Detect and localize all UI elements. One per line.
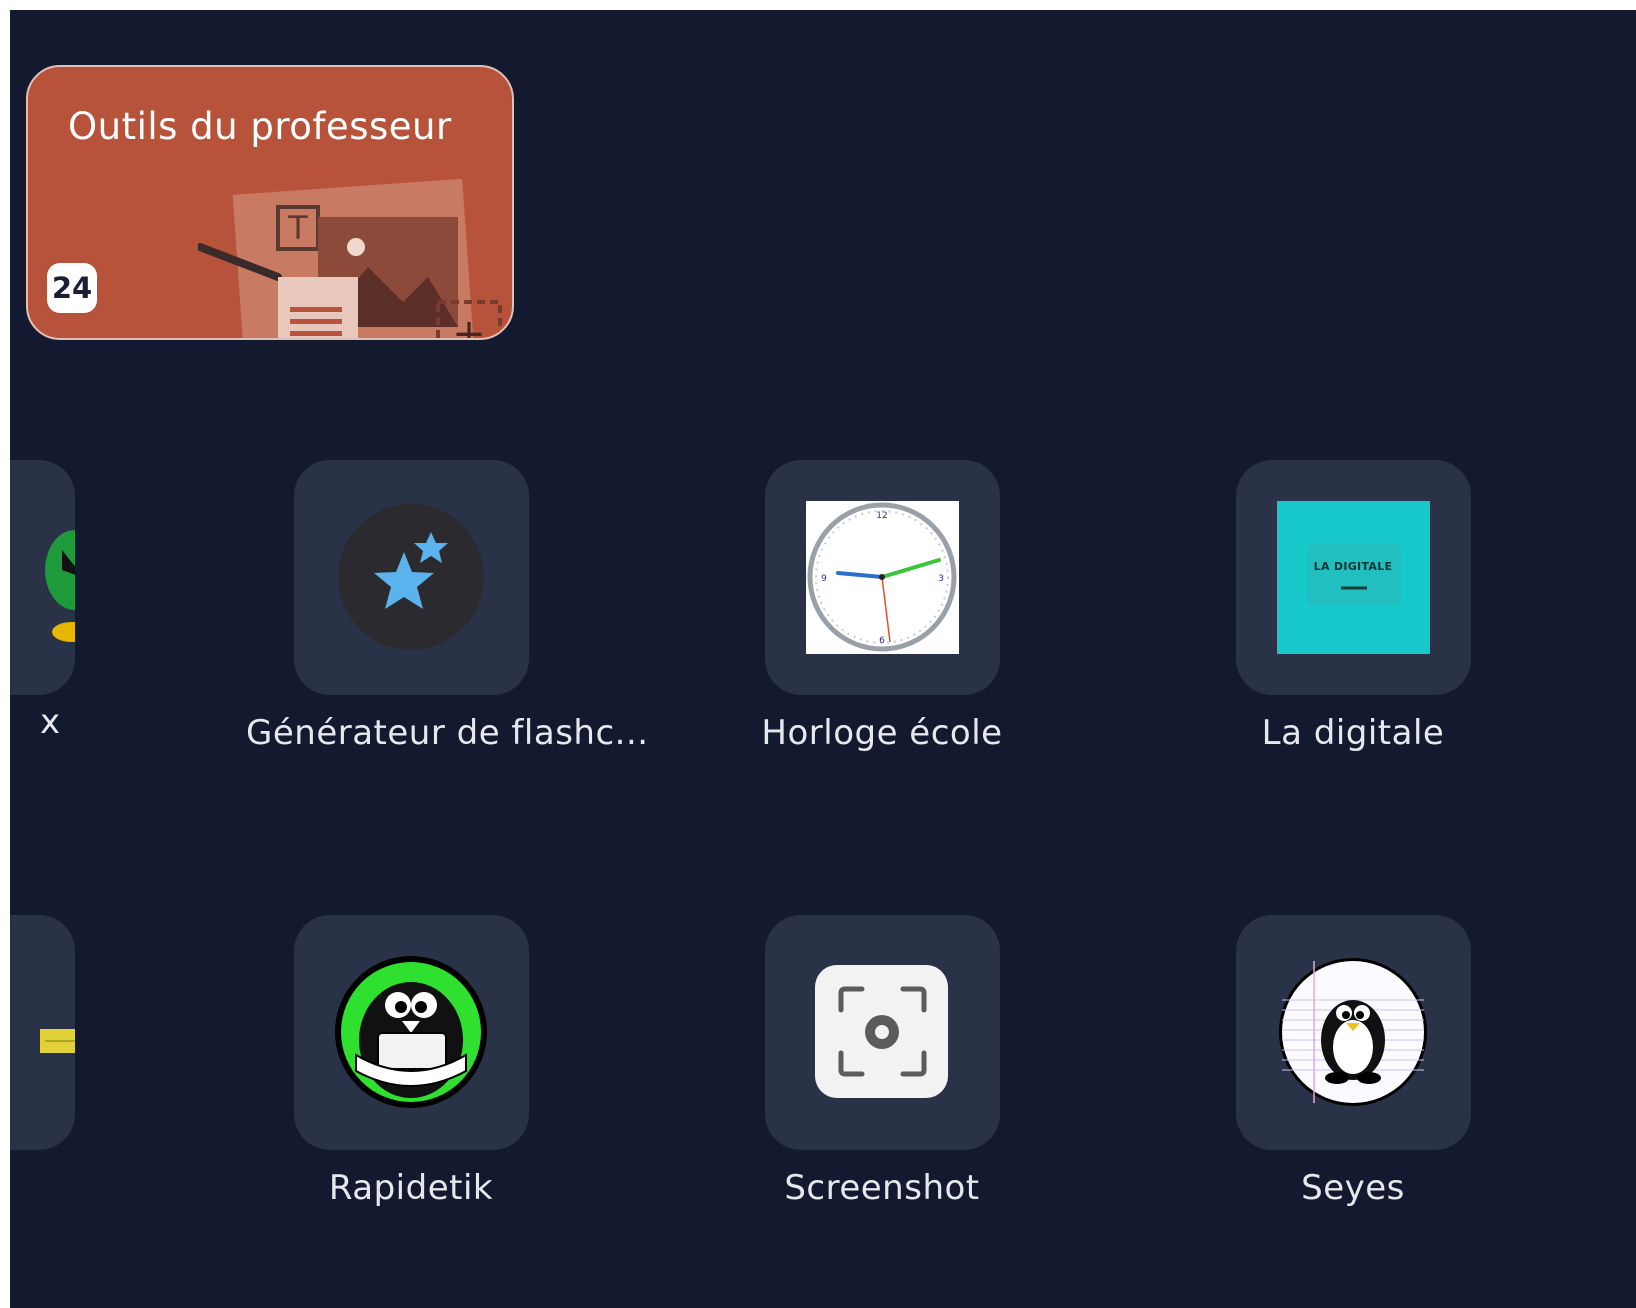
- app-label: Rapidetik: [328, 1168, 494, 1208]
- svg-text:3: 3: [938, 574, 944, 584]
- folder-title: Outils du professeur: [68, 105, 452, 148]
- app-la-digitale[interactable]: LA DIGITALE La digitale: [1188, 460, 1518, 753]
- la-digitale-icon: LA DIGITALE: [1235, 460, 1471, 695]
- svg-text:6: 6: [879, 636, 885, 646]
- app-seyes[interactable]: Seyes: [1188, 915, 1518, 1208]
- app-generateur-flashcards[interactable]: Générateur de flashc...: [246, 460, 649, 753]
- app-label: Horloge école: [761, 713, 1003, 753]
- la-digitale-logo-text: LA DIGITALE: [1313, 560, 1393, 573]
- app-label: La digitale: [1261, 713, 1445, 753]
- app-label: Screenshot: [784, 1168, 980, 1208]
- folder-outils-du-professeur[interactable]: Outils du professeur T + 24: [26, 65, 514, 340]
- app-partial-row2[interactable]: [10, 915, 75, 1150]
- svg-text:+: +: [452, 311, 486, 340]
- flashcard-stars-icon: [293, 460, 529, 695]
- screenshot-icon: [764, 915, 1000, 1150]
- partial-app-icon: [10, 915, 75, 1150]
- svg-text:T: T: [287, 209, 308, 247]
- app-label: x: [40, 702, 61, 742]
- launcher-screen: Outils du professeur T + 24 x Générateur…: [10, 10, 1636, 1308]
- app-partial-row1[interactable]: x: [10, 460, 75, 742]
- partial-app-icon: [10, 460, 75, 695]
- app-rapidetik[interactable]: Rapidetik: [246, 915, 576, 1208]
- app-screenshot[interactable]: Screenshot: [717, 915, 1047, 1208]
- app-horloge-ecole[interactable]: 12 3 6 9 Horloge école: [717, 460, 1047, 753]
- teacher-tools-illustration-icon: T +: [198, 178, 502, 340]
- clock-icon: 12 3 6 9: [764, 460, 1000, 695]
- app-label: Générateur de flashc...: [246, 713, 649, 753]
- svg-text:9: 9: [821, 574, 827, 584]
- app-label: Seyes: [1301, 1168, 1405, 1208]
- folder-app-count-badge: 24: [47, 263, 97, 313]
- penguin-green-icon: [293, 915, 529, 1150]
- penguin-seyes-icon: [1235, 915, 1471, 1150]
- svg-text:12: 12: [876, 511, 887, 521]
